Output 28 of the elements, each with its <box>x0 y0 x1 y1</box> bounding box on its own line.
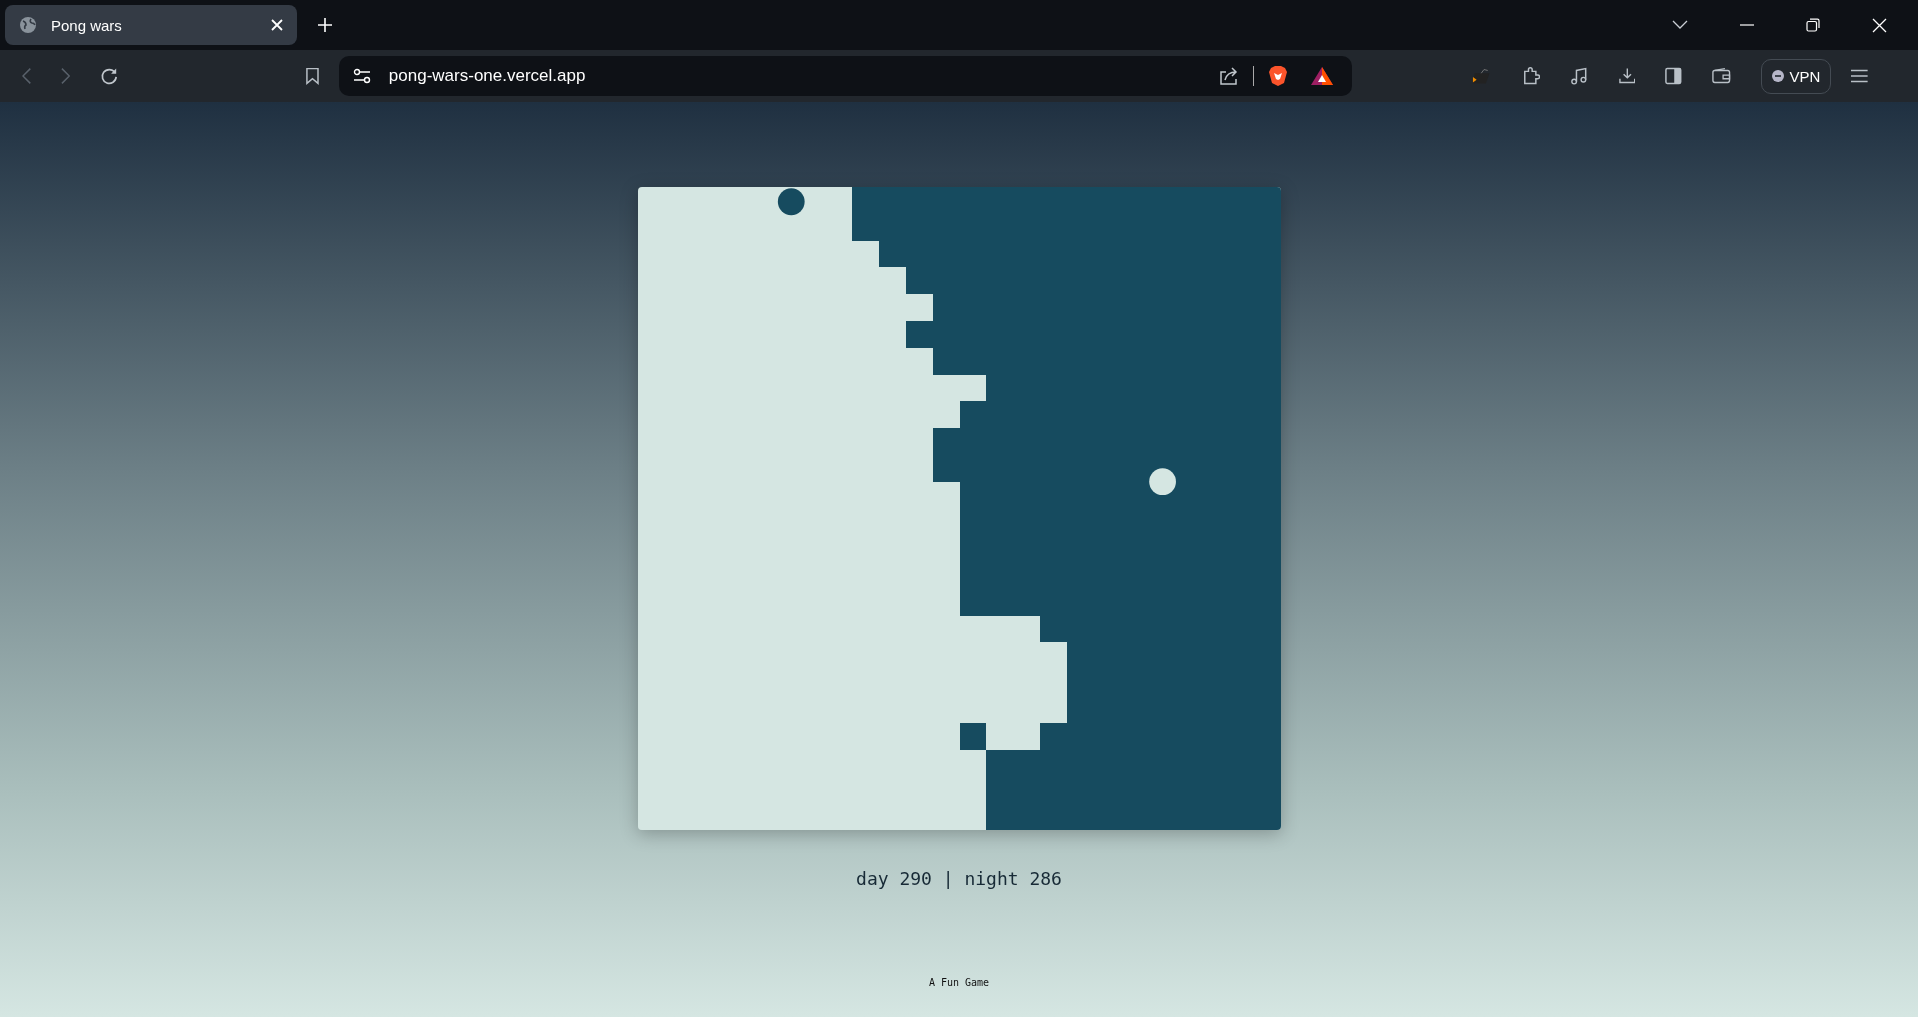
reload-icon[interactable] <box>100 66 119 86</box>
settings-sliders-icon[interactable] <box>352 68 371 84</box>
new-tab-icon[interactable] <box>317 17 333 33</box>
menu-icon[interactable] <box>1851 69 1868 83</box>
address-bar[interactable]: pong-wars-one.vercel.app <box>338 56 1352 96</box>
music-note-icon[interactable] <box>1570 66 1589 86</box>
share-icon[interactable] <box>1218 66 1239 86</box>
browser-tab[interactable]: Pong wars <box>5 5 297 45</box>
wallet-icon[interactable] <box>1712 67 1731 85</box>
tab-title: Pong wars <box>51 16 123 34</box>
media-player-icon[interactable] <box>1471 67 1492 85</box>
close-icon[interactable] <box>271 19 283 31</box>
url-text: pong-wars-one.vercel.app <box>388 66 586 86</box>
footer-text: A Fun Game <box>928 977 990 988</box>
restore-icon[interactable] <box>1806 18 1820 32</box>
vpn-status-icon <box>1771 70 1784 82</box>
triangle-icon[interactable] <box>1309 66 1334 86</box>
sidebar-icon[interactable] <box>1665 67 1683 85</box>
download-icon[interactable] <box>1618 67 1636 85</box>
close-icon[interactable] <box>1872 17 1887 33</box>
vpn-button[interactable]: VPN <box>1760 58 1832 94</box>
score-text: day 290 | night 286 <box>856 868 1062 889</box>
lion-shield-icon[interactable] <box>1267 65 1288 87</box>
globe-icon <box>19 16 37 34</box>
bookmark-icon[interactable] <box>305 67 319 85</box>
chevron-down-icon[interactable] <box>1672 20 1688 30</box>
puzzle-piece-icon[interactable] <box>1521 66 1541 86</box>
back-icon[interactable] <box>22 67 32 85</box>
